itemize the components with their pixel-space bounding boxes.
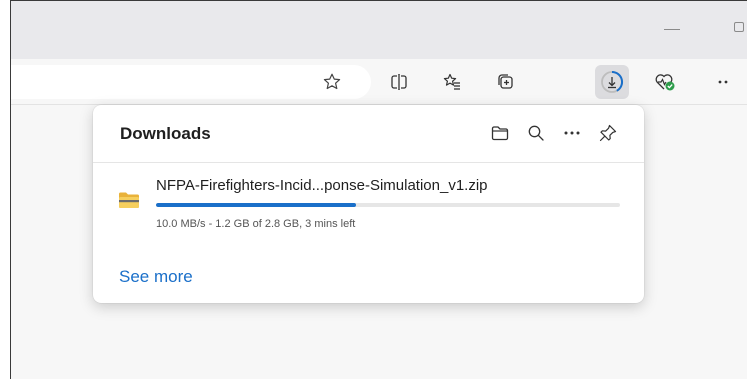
open-downloads-folder-button[interactable] — [484, 117, 516, 149]
more-icon — [718, 80, 728, 84]
downloads-actions — [484, 117, 624, 149]
pin-downloads-button[interactable] — [592, 117, 624, 149]
add-favorite-button[interactable] — [315, 65, 349, 99]
browser-essentials-button[interactable] — [648, 65, 682, 99]
download-progress-fill — [156, 203, 356, 207]
folder-icon — [491, 126, 509, 141]
pin-icon — [599, 124, 617, 142]
collections-icon — [498, 74, 513, 89]
download-item[interactable]: NFPA-Firefighters-Incid...ponse-Simulati… — [93, 163, 644, 233]
download-status: 10.0 MB/s - 1.2 GB of 2.8 GB, 3 mins lef… — [156, 218, 356, 230]
restore-icon[interactable] — [734, 22, 744, 32]
star-icon — [323, 73, 341, 90]
see-more-link[interactable]: See more — [119, 267, 193, 287]
search-icon — [528, 125, 544, 141]
downloads-title: Downloads — [120, 124, 211, 143]
download-progress-bar — [156, 203, 620, 207]
download-icon — [601, 70, 623, 93]
downloads-button[interactable] — [595, 65, 629, 99]
settings-more-button[interactable] — [717, 65, 743, 99]
zip-folder-icon — [119, 192, 139, 208]
browser-essentials-icon — [655, 74, 675, 91]
minimize-icon[interactable] — [664, 29, 680, 30]
more-options-button[interactable] — [556, 117, 588, 149]
split-screen-icon — [391, 74, 407, 90]
collections-button[interactable] — [488, 65, 522, 99]
download-file-name[interactable]: NFPA-Firefighters-Incid...ponse-Simulati… — [156, 177, 488, 194]
downloads-flyout: Downloads NFPA-Firefighters-Incid...pons… — [93, 105, 644, 303]
split-screen-button[interactable] — [382, 65, 416, 99]
ellipsis-icon — [564, 131, 580, 135]
favorites-button[interactable] — [435, 65, 469, 99]
search-downloads-button[interactable] — [520, 117, 552, 149]
browser-toolbar — [11, 59, 747, 105]
favorites-list-icon — [443, 73, 460, 90]
title-bar — [11, 1, 747, 59]
